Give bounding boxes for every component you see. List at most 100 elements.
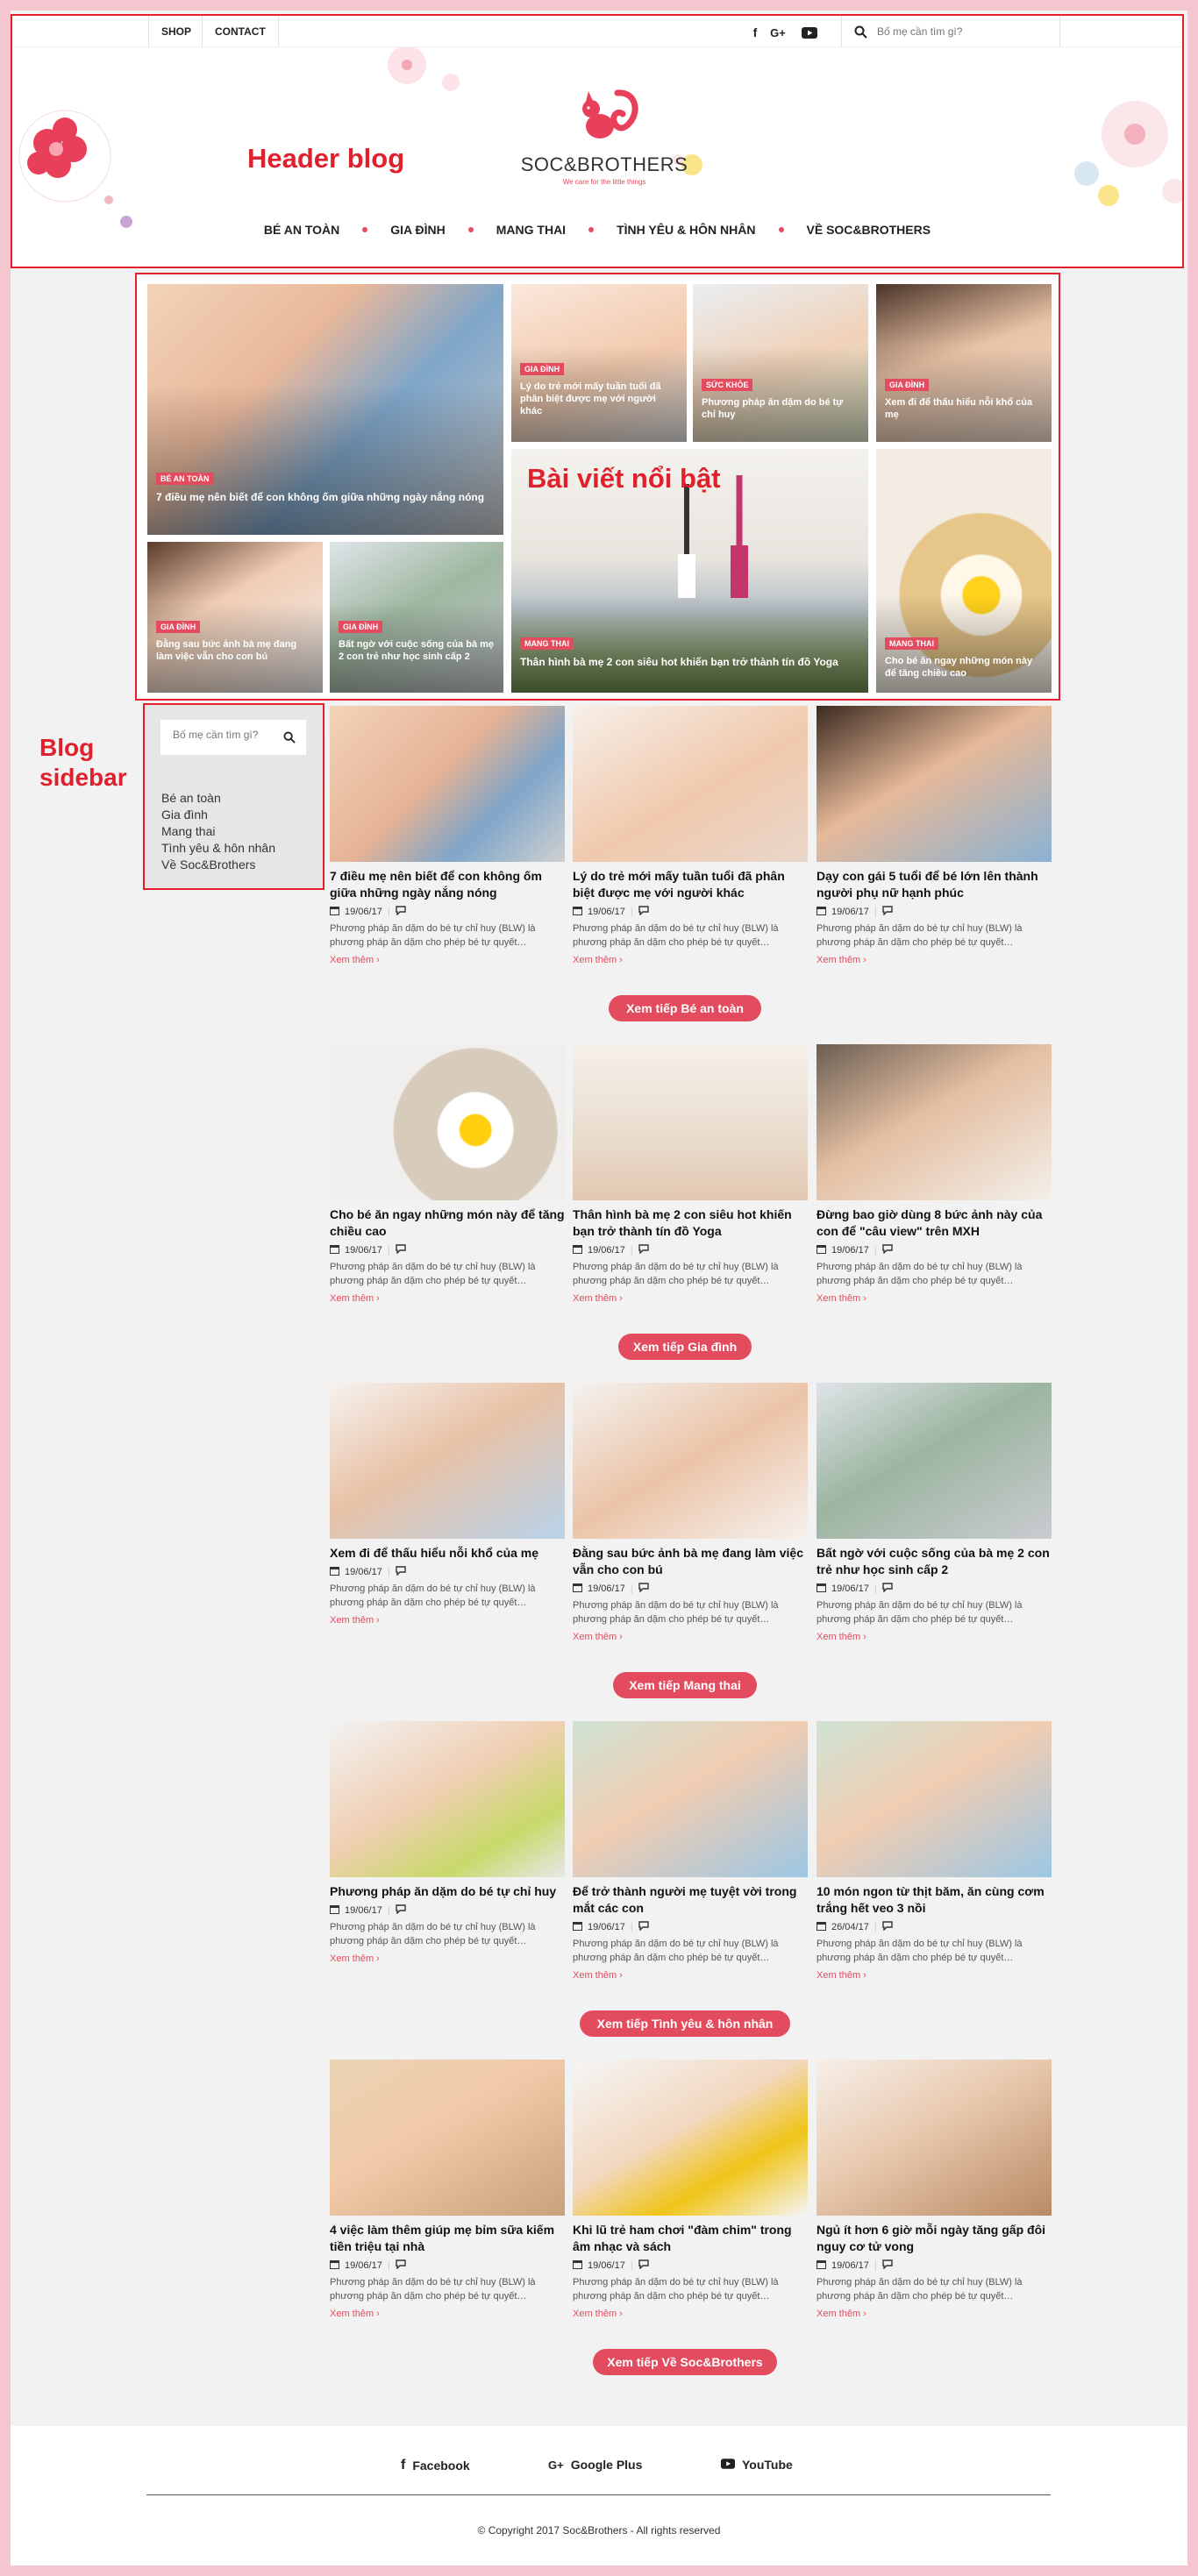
footer-facebook-link[interactable]: f Facebook xyxy=(401,2458,470,2473)
post-card[interactable]: Bất ngờ với cuộc sống của bà mẹ 2 con tr… xyxy=(816,1383,1052,1642)
comment-icon[interactable] xyxy=(395,1904,406,1917)
comment-icon[interactable] xyxy=(395,2259,406,2272)
post-card[interactable]: Khi lũ trẻ ham chơi "đàm chim" trong âm … xyxy=(573,2060,808,2319)
post-card[interactable]: Dạy con gái 5 tuổi để bé lớn lên thành n… xyxy=(816,706,1052,965)
search-icon[interactable] xyxy=(854,25,867,43)
featured-tile[interactable]: GIA ĐÌNH Lý do trẻ mới mấy tuần tuổi đã … xyxy=(511,284,687,442)
comment-icon[interactable] xyxy=(881,1244,893,1256)
shop-link[interactable]: SHOP xyxy=(148,16,203,47)
read-more-link[interactable]: Xem thêm › xyxy=(816,955,1052,965)
sidebar-category-mang-thai[interactable]: Mang thai xyxy=(161,823,275,840)
site-logo[interactable]: SOC&BROTHERS We care for the little thin… xyxy=(517,84,692,186)
featured-tile[interactable]: GIA ĐÌNH Xem đi để thấu hiểu nỗi khổ của… xyxy=(876,284,1052,442)
featured-tile[interactable]: BÉ AN TOÀN 7 điều mẹ nên biết để con khô… xyxy=(147,284,503,535)
comment-icon[interactable] xyxy=(638,2259,649,2272)
read-more-link[interactable]: Xem thêm › xyxy=(816,1293,1052,1304)
post-title[interactable]: Để trở thành người mẹ tuyệt vời trong mắ… xyxy=(573,1883,808,1917)
footer-google-plus-link[interactable]: G+ Google Plus xyxy=(548,2458,642,2472)
post-title[interactable]: Bất ngờ với cuộc sống của bà mẹ 2 con tr… xyxy=(816,1545,1052,1578)
comment-icon[interactable] xyxy=(638,1921,649,1933)
featured-tile[interactable]: MANG THAI Cho bé ăn ngay những món này đ… xyxy=(876,449,1052,693)
post-thumbnail[interactable] xyxy=(573,1721,808,1877)
post-card[interactable]: 4 việc làm thêm giúp mẹ bỉm sữa kiếm tiề… xyxy=(330,2060,565,2319)
nav-mang-thai[interactable]: MANG THAI xyxy=(496,223,566,237)
post-card[interactable]: 10 món ngon từ thịt băm, ăn cùng cơm trắ… xyxy=(816,1721,1052,1981)
see-more-category-button[interactable]: Xem tiếp Gia đình xyxy=(618,1334,752,1360)
sidebar-search[interactable] xyxy=(160,720,306,755)
post-title[interactable]: Đằng sau bức ảnh bà mẹ đang làm việc vẫn… xyxy=(573,1545,808,1578)
nav-tinh-yeu-hon-nhan[interactable]: TÌNH YÊU & HÔN NHÂN xyxy=(617,223,755,237)
read-more-link[interactable]: Xem thêm › xyxy=(573,1293,808,1304)
post-title[interactable]: 4 việc làm thêm giúp mẹ bỉm sữa kiếm tiề… xyxy=(330,2222,565,2255)
facebook-icon[interactable]: f xyxy=(747,25,763,40)
post-title[interactable]: Cho bé ăn ngay những món này để tăng chi… xyxy=(330,1206,565,1240)
sidebar-category-gia-dinh[interactable]: Gia đình xyxy=(161,807,275,823)
read-more-link[interactable]: Xem thêm › xyxy=(330,1293,565,1304)
post-thumbnail[interactable] xyxy=(330,706,565,862)
comment-icon[interactable] xyxy=(881,1921,893,1933)
contact-link[interactable]: CONTACT xyxy=(202,16,279,47)
see-more-category-button[interactable]: Xem tiếp Về Soc&Brothers xyxy=(593,2349,777,2375)
featured-tile[interactable]: GIA ĐÌNH Bất ngờ với cuộc sống của bà mẹ… xyxy=(330,542,503,693)
post-thumbnail[interactable] xyxy=(330,1044,565,1200)
post-thumbnail[interactable] xyxy=(573,1044,808,1200)
post-thumbnail[interactable] xyxy=(573,706,808,862)
sidebar-category-be-an-toan[interactable]: Bé an toàn xyxy=(161,790,275,807)
post-card[interactable]: Để trở thành người mẹ tuyệt vời trong mắ… xyxy=(573,1721,808,1981)
post-title[interactable]: Khi lũ trẻ ham chơi "đàm chim" trong âm … xyxy=(573,2222,808,2255)
comment-icon[interactable] xyxy=(881,906,893,918)
post-thumbnail[interactable] xyxy=(816,1383,1052,1539)
youtube-icon[interactable] xyxy=(802,25,817,40)
see-more-category-button[interactable]: Xem tiếp Bé an toàn xyxy=(609,995,761,1021)
comment-icon[interactable] xyxy=(881,2259,893,2272)
read-more-link[interactable]: Xem thêm › xyxy=(573,1632,808,1642)
post-thumbnail[interactable] xyxy=(573,1383,808,1539)
post-title[interactable]: 7 điều mẹ nên biết để con không ốm giữa … xyxy=(330,868,565,901)
post-title[interactable]: 10 món ngon từ thịt băm, ăn cùng cơm trắ… xyxy=(816,1883,1052,1917)
comment-icon[interactable] xyxy=(881,1583,893,1595)
read-more-link[interactable]: Xem thêm › xyxy=(330,1953,565,1964)
post-card[interactable]: Phương pháp ăn dặm do bé tự chỉ huy 19/06… xyxy=(330,1721,565,1964)
sidebar-category-tinh-yeu[interactable]: Tình yêu & hôn nhân xyxy=(161,840,275,857)
comment-icon[interactable] xyxy=(395,1566,406,1578)
post-thumbnail[interactable] xyxy=(330,1383,565,1539)
post-title[interactable]: Đừng bao giờ dùng 8 bức ảnh này của con … xyxy=(816,1206,1052,1240)
sidebar-search-input[interactable] xyxy=(173,729,278,741)
read-more-link[interactable]: Xem thêm › xyxy=(816,1970,1052,1981)
post-card[interactable]: Đằng sau bức ảnh bà mẹ đang làm việc vẫn… xyxy=(573,1383,808,1642)
search-icon[interactable] xyxy=(283,731,296,748)
post-thumbnail[interactable] xyxy=(816,1044,1052,1200)
read-more-link[interactable]: Xem thêm › xyxy=(573,955,808,965)
post-title[interactable]: Dạy con gái 5 tuổi để bé lớn lên thành n… xyxy=(816,868,1052,901)
comment-icon[interactable] xyxy=(638,1244,649,1256)
footer-youtube-link[interactable]: YouTube xyxy=(721,2458,793,2472)
comment-icon[interactable] xyxy=(638,1583,649,1595)
post-title[interactable]: Ngủ ít hơn 6 giờ mỗi ngày tăng gấp đôi n… xyxy=(816,2222,1052,2255)
read-more-link[interactable]: Xem thêm › xyxy=(330,2309,565,2319)
comment-icon[interactable] xyxy=(638,906,649,918)
post-title[interactable]: Xem đi để thấu hiểu nỗi khổ của mẹ xyxy=(330,1545,565,1562)
nav-be-an-toan[interactable]: BÉ AN TOÀN xyxy=(264,223,339,237)
comment-icon[interactable] xyxy=(395,1244,406,1256)
read-more-link[interactable]: Xem thêm › xyxy=(330,1615,565,1626)
sidebar-category-ve-soc-brothers[interactable]: Về Soc&Brothers xyxy=(161,857,275,873)
post-card[interactable]: Đừng bao giờ dùng 8 bức ảnh này của con … xyxy=(816,1044,1052,1304)
read-more-link[interactable]: Xem thêm › xyxy=(816,2309,1052,2319)
post-thumbnail[interactable] xyxy=(816,706,1052,862)
post-thumbnail[interactable] xyxy=(330,1721,565,1877)
post-thumbnail[interactable] xyxy=(816,1721,1052,1877)
see-more-category-button[interactable]: Xem tiếp Mang thai xyxy=(613,1672,757,1698)
nav-ve-soc-brothers[interactable]: VỀ SOC&BROTHERS xyxy=(807,223,931,237)
post-card[interactable]: 7 điều mẹ nên biết để con không ốm giữa … xyxy=(330,706,565,965)
post-thumbnail[interactable] xyxy=(330,2060,565,2216)
header-search[interactable] xyxy=(841,16,1060,47)
post-card[interactable]: Lý do trẻ mới mấy tuần tuổi đã phân biệt… xyxy=(573,706,808,965)
featured-tile[interactable]: Bài viết nổi bật MANG THAI Thân hình bà … xyxy=(511,449,868,693)
nav-gia-dinh[interactable]: GIA ĐÌNH xyxy=(390,223,445,237)
post-title[interactable]: Thân hình bà mẹ 2 con siêu hot khiến bạn… xyxy=(573,1206,808,1240)
header-search-input[interactable] xyxy=(877,23,1052,40)
read-more-link[interactable]: Xem thêm › xyxy=(573,1970,808,1981)
comment-icon[interactable] xyxy=(395,906,406,918)
google-plus-icon[interactable]: G+ xyxy=(767,25,789,40)
read-more-link[interactable]: Xem thêm › xyxy=(573,2309,808,2319)
